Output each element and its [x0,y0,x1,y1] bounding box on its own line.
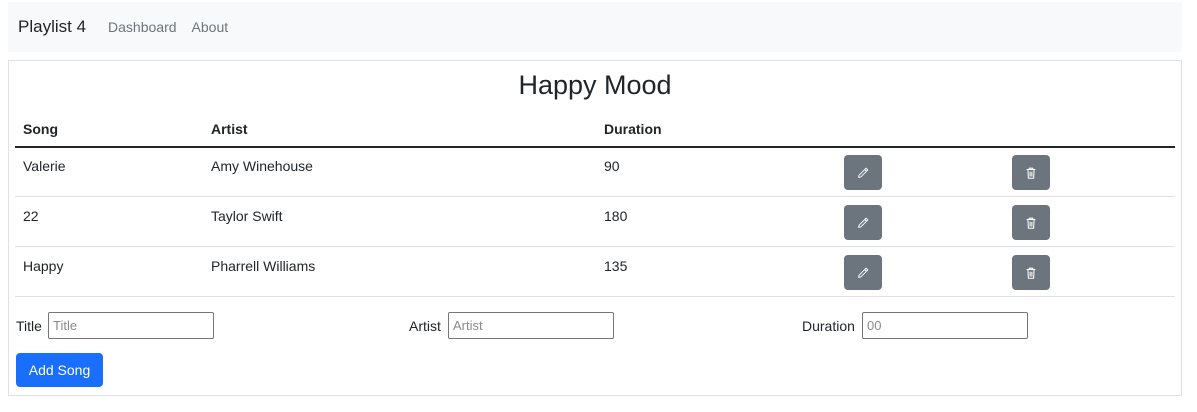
artist-label: Artist [409,318,441,334]
artist-cell: Pharrell Williams [211,258,316,274]
artist-cell: Taylor Swift [211,208,283,224]
edit-button[interactable] [844,205,882,240]
column-header-song: Song [23,121,58,137]
playlist-title: Happy Mood [518,70,672,100]
duration-input[interactable] [862,312,1028,339]
delete-button[interactable] [1012,255,1050,290]
table-row: Valerie Amy Winehouse 90 [15,147,1175,197]
table-row: Happy Pharrell Williams 135 [15,247,1175,297]
row-divider [15,296,1175,297]
title-input[interactable] [48,312,214,339]
trash-icon [1026,217,1036,229]
pencil-icon [858,167,869,178]
column-header-artist: Artist [211,121,248,137]
add-song-button[interactable]: Add Song [16,353,103,387]
song-title-cell: Happy [23,258,64,274]
trash-icon [1026,267,1036,279]
nav-link-dashboard[interactable]: Dashboard [108,19,177,35]
table-row: 22 Taylor Swift 180 [15,197,1175,247]
navbar-brand[interactable]: Playlist 4 [18,17,86,37]
duration-cell: 90 [604,158,620,174]
pencil-icon [858,217,869,228]
edit-button[interactable] [844,255,882,290]
nav-link-about[interactable]: About [192,19,229,35]
navbar: Playlist 4 Dashboard About [8,2,1182,52]
trash-icon [1026,167,1036,179]
title-label: Title [16,318,42,334]
pencil-icon [858,267,869,278]
duration-cell: 135 [604,258,628,274]
artist-cell: Amy Winehouse [211,158,313,174]
song-title-cell: 22 [23,208,39,224]
playlist-card: Happy Mood Song Artist Duration Valerie … [8,60,1182,396]
delete-button[interactable] [1012,155,1050,190]
edit-button[interactable] [844,155,882,190]
song-title-cell: Valerie [23,158,66,174]
artist-input[interactable] [448,312,614,339]
duration-label: Duration [802,318,855,334]
column-header-duration: Duration [604,121,662,137]
duration-cell: 180 [604,208,628,224]
delete-button[interactable] [1012,205,1050,240]
